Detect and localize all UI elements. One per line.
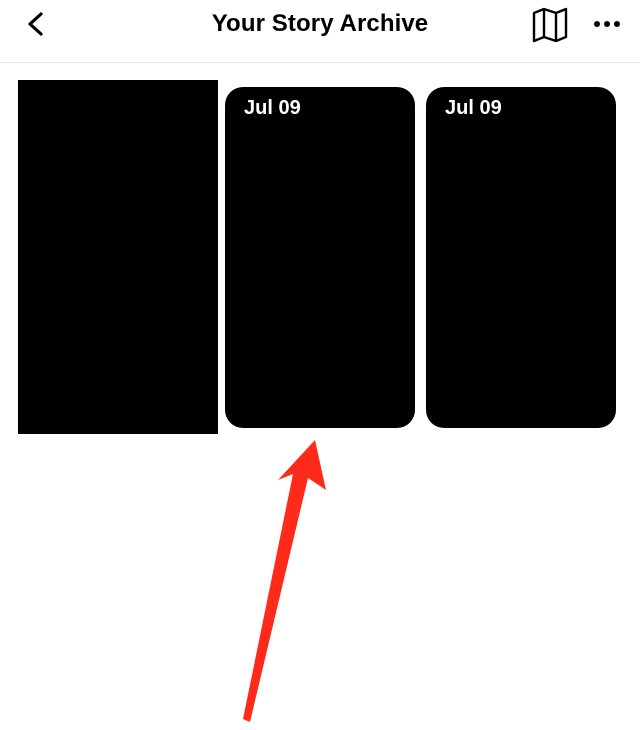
- story-thumbnail[interactable]: Jul 09: [426, 87, 616, 428]
- top-bar: Your Story Archive: [0, 0, 640, 63]
- map-icon: [532, 7, 568, 43]
- ellipsis-icon: [594, 21, 620, 27]
- story-thumbnail[interactable]: [18, 80, 218, 434]
- story-date: Jul 09: [445, 97, 502, 119]
- more-options-button[interactable]: [590, 10, 624, 38]
- story-thumbnail[interactable]: Jul 09: [225, 87, 415, 428]
- story-archive-grid: Jul 09 Jul 09: [0, 63, 640, 730]
- story-date: Jul 09: [244, 97, 301, 119]
- map-button[interactable]: [530, 6, 570, 44]
